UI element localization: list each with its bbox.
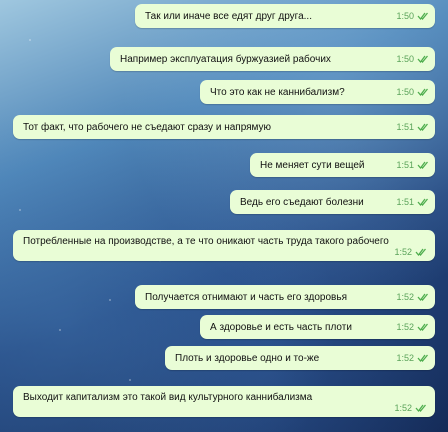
double-check-icon xyxy=(417,321,429,333)
message-text: Получается отнимают и часть его здоровья xyxy=(145,291,347,303)
double-check-icon xyxy=(417,291,429,303)
message-text: Так или иначе все едят друг друга... xyxy=(145,10,312,22)
message-bubble[interactable]: Плоть и здоровье одно и то-же 1:52 xyxy=(165,346,435,370)
message-text: Например эксплуатация буржуазией рабочих xyxy=(120,53,331,65)
message-text: Что это как не каннибализм? xyxy=(210,86,345,98)
message-text: Тот факт, что рабочего не съедают сразу … xyxy=(23,121,272,133)
message-text: Не меняет сути вещей xyxy=(260,159,365,171)
double-check-icon xyxy=(417,121,429,133)
message-text: Ведь его съедают болезни xyxy=(240,196,364,208)
message-bubble[interactable]: Что это как не каннибализм? 1:50 xyxy=(200,80,435,104)
double-check-icon xyxy=(417,159,429,171)
double-check-icon xyxy=(417,352,429,364)
double-check-icon xyxy=(417,53,429,65)
double-check-icon xyxy=(417,196,429,208)
message-text: А здоровье и есть часть плоти xyxy=(210,321,352,333)
message-time: 1:50 xyxy=(396,54,414,64)
double-check-icon xyxy=(417,86,429,98)
message-time: 1:51 xyxy=(396,122,414,132)
double-check-icon xyxy=(415,402,427,414)
message-bubble[interactable]: Тот факт, что рабочего не съедают сразу … xyxy=(13,115,435,139)
message-time: 1:52 xyxy=(394,247,412,257)
double-check-icon xyxy=(415,246,427,258)
message-time: 1:51 xyxy=(396,160,414,170)
message-bubble[interactable]: Потребленные на производстве, а те что о… xyxy=(13,230,435,261)
message-bubble[interactable]: Ведь его съедают болезни 1:51 xyxy=(230,190,435,214)
message-bubble[interactable]: Не меняет сути вещей 1:51 xyxy=(250,153,435,177)
message-bubble[interactable]: Например эксплуатация буржуазией рабочих… xyxy=(110,47,435,71)
message-time: 1:52 xyxy=(394,403,412,413)
message-text: Плоть и здоровье одно и то-же xyxy=(175,352,320,364)
message-bubble[interactable]: Получается отнимают и часть его здоровья… xyxy=(135,285,435,309)
message-time: 1:52 xyxy=(396,322,414,332)
message-time: 1:51 xyxy=(396,197,414,207)
message-time: 1:50 xyxy=(396,11,414,21)
message-bubble[interactable]: А здоровье и есть часть плоти 1:52 xyxy=(200,315,435,339)
message-bubble[interactable]: Выходит капитализм это такой вид культур… xyxy=(13,386,435,417)
message-text: Потребленные на производстве, а те что о… xyxy=(23,236,389,247)
message-time: 1:52 xyxy=(396,353,414,363)
message-time: 1:50 xyxy=(396,87,414,97)
message-bubble[interactable]: Так или иначе все едят друг друга... 1:5… xyxy=(135,4,435,28)
message-time: 1:52 xyxy=(396,292,414,302)
double-check-icon xyxy=(417,10,429,22)
